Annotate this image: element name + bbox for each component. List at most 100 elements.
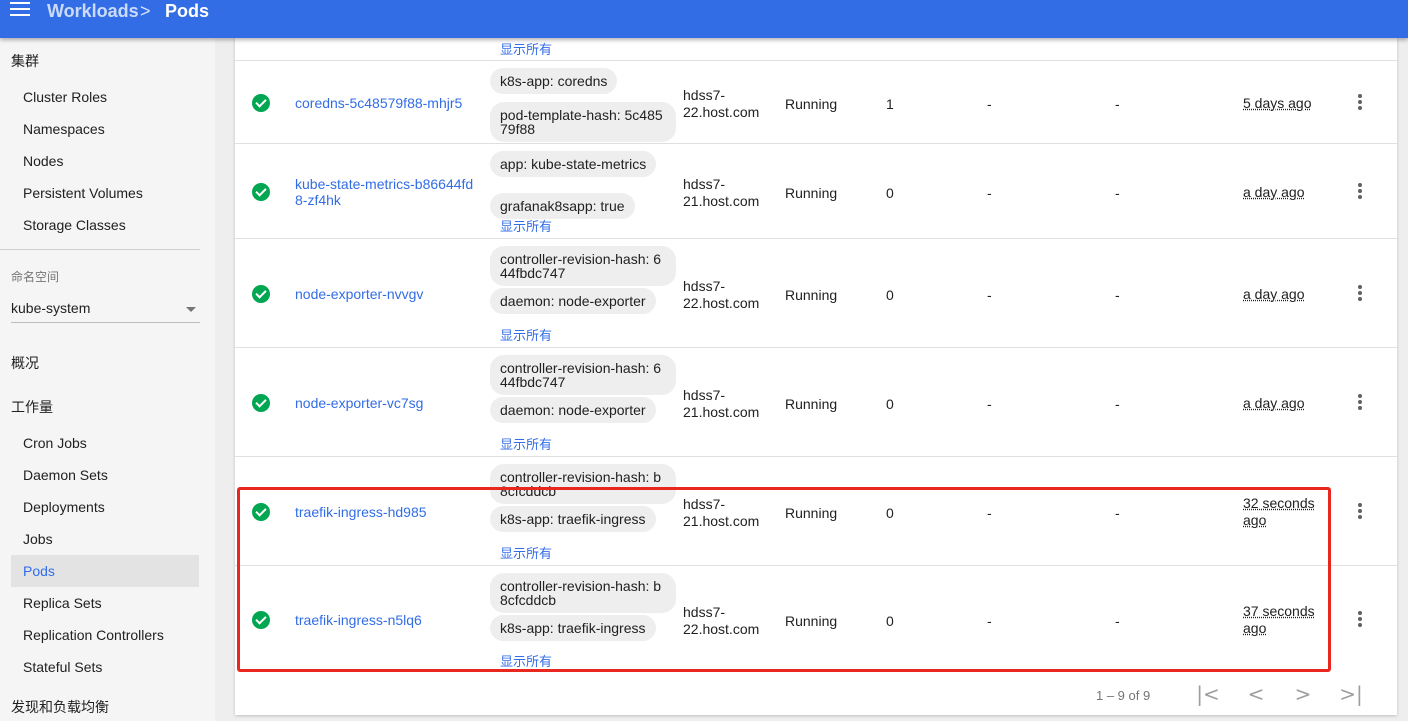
pod-name-link[interactable]: coredns-5c48579f88-mhjr5 [295,95,475,111]
sidebar-item[interactable]: Persistent Volumes [11,177,199,209]
more-vert-icon[interactable] [1355,285,1365,303]
table-row: kube-state-metrics-b86644fd8-zf4hk app: k… [235,144,1397,239]
table-row: coredns-5c48579f88-mhjr5 k8s-app: coredns… [235,61,1397,144]
last-page-icon[interactable]: >| [1339,682,1363,706]
sidebar-section-discovery[interactable]: 发现和负载均衡 [11,697,109,717]
sidebar-item[interactable]: Cron Jobs [11,427,199,459]
node-name: hdss7-21.host.com [683,176,760,209]
breadcrumb-separator-icon: > [140,1,151,21]
top-toolbar: Workloads > Pods [0,0,1408,38]
sidebar-item[interactable]: Replica Sets [11,587,199,619]
memory-usage: - [1115,185,1120,201]
sidebar-item[interactable]: Namespaces [11,113,199,145]
sidebar-section-workloads[interactable]: 工作量 [11,397,53,417]
cpu-usage: - [987,287,992,303]
table-row: node-exporter-nvvgv controller-revision-h… [235,239,1397,348]
label-chip: controller-revision-hash: b8cfcddcb [490,573,676,613]
pod-age: a day ago [1243,184,1305,200]
node-name: hdss7-21.host.com [683,496,760,529]
pagination-range: 1 – 9 of 9 [1096,688,1151,703]
sidebar-item[interactable]: Deployments [11,491,199,523]
restart-count: 1 [886,96,894,112]
check-circle-icon [252,394,270,412]
pod-name-link[interactable]: traefik-ingress-hd985 [295,504,475,520]
label-chip: controller-revision-hash: 644fbdc747 [490,246,676,286]
breadcrumb-workloads[interactable]: Workloads [47,0,139,22]
memory-usage: - [1115,396,1120,412]
cpu-usage: - [987,396,992,412]
check-circle-icon [252,183,270,201]
cpu-usage: - [987,613,992,629]
sidebar-item[interactable]: Pods [11,555,199,587]
show-all-link[interactable]: 显示所有 [500,39,552,58]
table-row: traefik-ingress-n5lq6 controller-revision… [235,566,1397,674]
label-chip: k8s-app: traefik-ingress [490,615,656,641]
namespace-label: 命名空间 [11,270,60,284]
label-chip: daemon: node-exporter [490,288,656,314]
pod-age: 37 seconds ago [1243,603,1315,636]
pod-status: Running [785,613,838,629]
cpu-usage: - [987,185,992,201]
sidebar-item[interactable]: Replication Controllers [11,619,199,651]
dropdown-caret-icon [186,307,196,312]
label-chip: k8s-app: traefik-ingress [490,506,656,532]
more-vert-icon[interactable] [1355,503,1365,521]
show-all-link[interactable]: 显示所有 [500,651,552,670]
sidebar: 集群 Cluster Roles Namespaces Nodes Persisten… [0,38,215,721]
memory-usage: - [1115,613,1120,629]
table-row: node-exporter-vc7sg controller-revision-h… [235,348,1397,457]
label-chip: controller-revision-hash: 644fbdc747 [490,355,676,395]
sidebar-item[interactable]: Storage Classes [11,209,199,241]
check-circle-icon [252,611,270,629]
sidebar-item[interactable]: Daemon Sets [11,459,199,491]
page-title: Pods [165,1,210,21]
hamburger-menu-icon[interactable] [10,2,30,18]
pod-age: 5 days ago [1243,95,1312,111]
pod-age: 32 seconds ago [1243,495,1315,528]
pagination: 1 – 9 of 9 |< < > >| [235,674,1397,715]
memory-usage: - [1115,287,1120,303]
more-vert-icon[interactable] [1355,183,1365,201]
pod-age: a day ago [1243,286,1305,302]
table-row-partial: 显示所有 [235,38,1397,61]
more-vert-icon[interactable] [1355,394,1365,412]
cpu-usage: - [987,96,992,112]
pod-name-link[interactable]: kube-state-metrics-b86644fd8-zf4hk [295,176,475,208]
sidebar-item[interactable]: Jobs [11,523,199,555]
sidebar-item-overview[interactable]: 概况 [11,353,39,373]
memory-usage: - [1115,505,1120,521]
sidebar-item[interactable]: Nodes [11,145,199,177]
more-vert-icon[interactable] [1355,611,1365,629]
next-page-icon[interactable]: > [1291,682,1315,706]
restart-count: 0 [886,396,894,412]
pod-status: Running [785,185,838,201]
show-all-link[interactable]: 显示所有 [500,543,552,562]
show-all-link[interactable]: 显示所有 [500,434,552,453]
namespace-select[interactable]: kube-system [11,293,200,323]
restart-count: 0 [886,505,894,521]
pod-status: Running [785,287,838,303]
pod-name-link[interactable]: traefik-ingress-n5lq6 [295,612,475,628]
first-page-icon[interactable]: |< [1196,682,1220,706]
pod-name-link[interactable]: node-exporter-vc7sg [295,395,475,411]
sidebar-section-cluster[interactable]: 集群 [11,51,39,71]
pod-name-link[interactable]: node-exporter-nvvgv [295,286,475,302]
label-chip: pod-template-hash: 5c48579f88 [490,102,676,142]
label-chip: daemon: node-exporter [490,397,656,423]
show-all-link[interactable]: 显示所有 [500,216,552,235]
namespace-value: kube-system [11,300,91,316]
pod-age: a day ago [1243,395,1305,411]
more-vert-icon[interactable] [1355,94,1365,112]
pod-status: Running [785,505,838,521]
restart-count: 0 [886,185,894,201]
sidebar-divider [0,249,200,250]
restart-count: 0 [886,287,894,303]
node-name: hdss7-22.host.com [683,278,760,311]
sidebar-item[interactable]: Stateful Sets [11,651,199,683]
node-name: hdss7-21.host.com [683,387,760,420]
check-circle-icon [252,94,270,112]
sidebar-item[interactable]: Cluster Roles [11,81,199,113]
check-circle-icon [252,503,270,521]
prev-page-icon[interactable]: < [1244,682,1268,706]
show-all-link[interactable]: 显示所有 [500,325,552,344]
